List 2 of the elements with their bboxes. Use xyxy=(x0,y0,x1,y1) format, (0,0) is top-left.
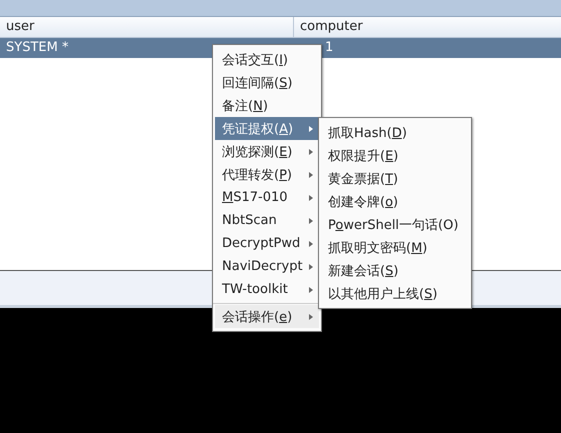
table-cell: SYSTEM * xyxy=(6,40,68,55)
table-cell: 1 xyxy=(325,40,334,55)
